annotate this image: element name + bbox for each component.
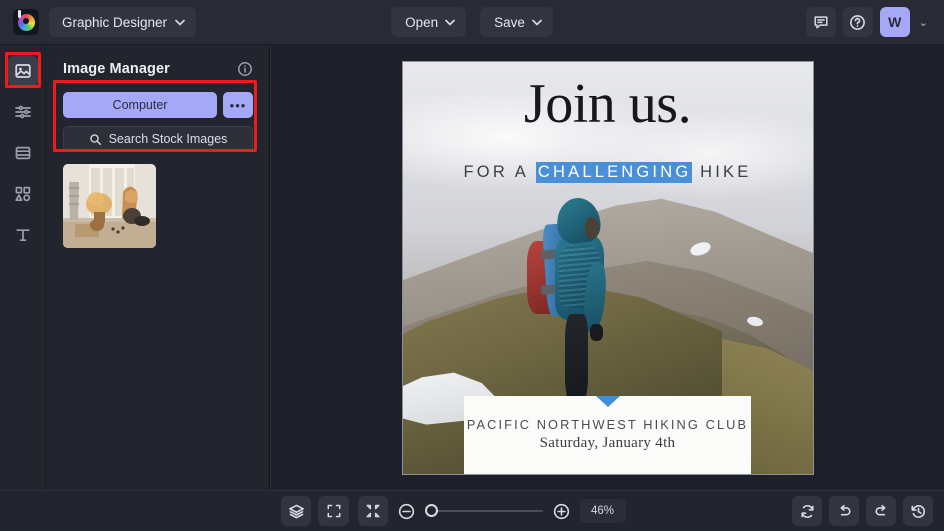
panel-icon xyxy=(14,144,32,162)
tool-rail xyxy=(0,45,46,490)
subtitle-before: FOR A xyxy=(464,163,536,181)
artboard[interactable]: Join us. FOR A CHALLENGING HIKE PACIFIC … xyxy=(403,62,813,474)
subtitle-after: HIKE xyxy=(692,163,751,181)
zoom-level[interactable]: 46% xyxy=(580,499,626,523)
photo-hiker xyxy=(526,198,624,412)
shapes-icon xyxy=(14,185,32,203)
image-icon xyxy=(14,62,32,80)
bottom-left-group xyxy=(0,496,348,526)
source-buttons-row: Computer ••• xyxy=(63,92,253,118)
app-logo[interactable] xyxy=(13,9,39,35)
main-body: Image Manager Computer ••• xyxy=(0,45,944,490)
document-name-label: Graphic Designer xyxy=(62,15,167,30)
search-label: Search Stock Images xyxy=(109,132,228,146)
artboard-title[interactable]: Join us. xyxy=(403,76,813,132)
layers-stack-icon xyxy=(288,503,305,520)
avatar-initial: W xyxy=(888,14,901,30)
sidebar-item-adjustments[interactable] xyxy=(8,97,38,127)
image-manager-panel: Image Manager Computer ••• xyxy=(46,45,270,490)
fit-to-screen-button[interactable] xyxy=(319,496,349,526)
sidebar-item-shapes[interactable] xyxy=(8,179,38,209)
app-window: Graphic Designer Open Save xyxy=(0,0,944,531)
sliders-icon xyxy=(14,103,32,121)
help-button[interactable] xyxy=(843,7,873,37)
history-icon xyxy=(910,503,927,520)
bottom-toolbar: 46% xyxy=(0,490,944,531)
collapse-icon xyxy=(365,503,381,519)
zoom-slider-handle[interactable] xyxy=(425,504,438,517)
account-actions-group: W ⌄ xyxy=(806,7,934,37)
artboard-info-card[interactable]: PACIFIC NORTHWEST HIKING CLUB Saturday, … xyxy=(464,396,751,474)
fit-to-screen-icon xyxy=(326,503,342,519)
sidebar-item-image-manager[interactable] xyxy=(8,56,38,86)
avatar[interactable]: W xyxy=(880,7,910,37)
color-wheel-logo-icon xyxy=(18,14,35,31)
zoom-slider[interactable] xyxy=(425,501,543,521)
info-circle-icon[interactable] xyxy=(237,61,253,77)
artboard-subtitle[interactable]: FOR A CHALLENGING HIKE xyxy=(403,163,813,182)
computer-button[interactable]: Computer xyxy=(63,92,217,118)
zoom-slider-track xyxy=(432,510,543,512)
sidebar-item-layers[interactable] xyxy=(8,138,38,168)
redo-button[interactable] xyxy=(866,496,896,526)
hiker-legs xyxy=(565,314,589,404)
search-stock-images-button[interactable]: Search Stock Images xyxy=(63,126,253,152)
zoom-in-button[interactable] xyxy=(552,502,571,521)
redo-icon xyxy=(873,503,890,520)
collapse-button[interactable] xyxy=(358,496,388,526)
open-label: Open xyxy=(405,15,438,30)
reset-button[interactable] xyxy=(792,496,822,526)
image-thumbnail[interactable] xyxy=(63,164,156,248)
layers-button[interactable] xyxy=(281,496,311,526)
event-date: Saturday, January 4th xyxy=(540,435,676,452)
save-button[interactable]: Save xyxy=(480,7,553,37)
thumbnail-preview xyxy=(63,164,156,248)
zoom-out-button[interactable] xyxy=(397,502,416,521)
reset-icon xyxy=(799,503,816,520)
hiker-glove xyxy=(590,324,603,341)
canvas-area[interactable]: Join us. FOR A CHALLENGING HIKE PACIFIC … xyxy=(270,45,944,490)
undo-button[interactable] xyxy=(829,496,859,526)
sidebar-item-text[interactable] xyxy=(8,220,38,250)
hiker-face xyxy=(585,217,600,238)
page-title: Image Manager xyxy=(63,61,170,77)
save-label: Save xyxy=(494,15,525,30)
bottom-right-group xyxy=(792,496,933,526)
search-icon xyxy=(89,133,102,146)
text-icon xyxy=(14,226,32,244)
comment-button[interactable] xyxy=(806,7,836,37)
open-button[interactable]: Open xyxy=(391,7,466,37)
help-circle-icon xyxy=(849,14,866,31)
subtitle-selected-text[interactable]: CHALLENGING xyxy=(536,162,692,183)
club-name: PACIFIC NORTHWEST HIKING CLUB xyxy=(467,417,748,432)
chevron-down-icon xyxy=(445,19,455,26)
comment-icon xyxy=(813,14,829,30)
more-label: ••• xyxy=(230,98,247,113)
chevron-down-icon xyxy=(532,19,542,26)
undo-icon xyxy=(836,503,853,520)
chevron-down-icon xyxy=(175,19,185,26)
panel-header: Image Manager xyxy=(63,61,253,77)
computer-label: Computer xyxy=(113,98,168,112)
document-name-dropdown[interactable]: Graphic Designer xyxy=(49,7,196,37)
more-sources-button[interactable]: ••• xyxy=(223,92,253,118)
history-button[interactable] xyxy=(903,496,933,526)
account-menu-caret[interactable]: ⌄ xyxy=(917,16,930,29)
top-toolbar: Graphic Designer Open Save xyxy=(0,0,944,45)
